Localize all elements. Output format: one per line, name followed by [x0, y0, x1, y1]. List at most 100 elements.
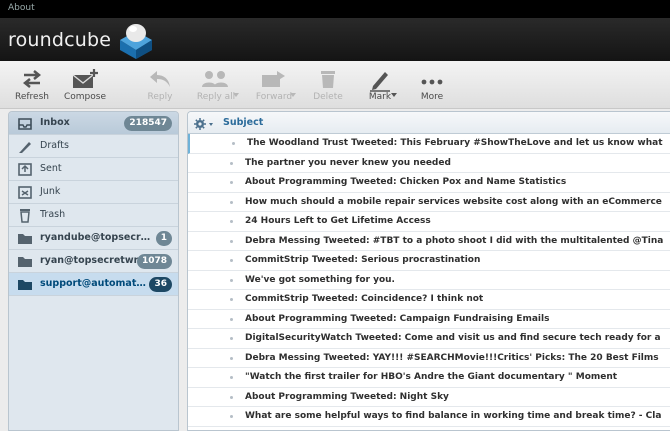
unread-dot-icon: [230, 317, 233, 321]
message-subject: How much should a mobile repair services…: [245, 196, 662, 207]
folder-list: Inbox 218547 Drafts Sent Junk Trash ryan…: [8, 111, 179, 431]
message-subject: About Programming Tweeted: Night Sky: [245, 391, 449, 402]
forward-dropdown-icon[interactable]: [290, 83, 296, 97]
folder-name: Inbox: [40, 117, 70, 128]
message-row[interactable]: 24 Hours Left to Get Lifetime Access: [188, 212, 670, 232]
folder-trash[interactable]: Trash: [9, 204, 178, 227]
folder-name: Trash: [40, 209, 66, 220]
message-subject: The Woodland Trust Tweeted: This Februar…: [247, 138, 663, 148]
folder-ryandube[interactable]: ryandube@topsecr… 1: [9, 227, 178, 250]
folder-icon: [17, 231, 33, 246]
message-row[interactable]: Debra Messing Tweeted: #TBT to a photo s…: [188, 232, 670, 251]
message-row[interactable]: How much should a mobile repair services…: [188, 193, 670, 212]
unread-dot-icon: [230, 337, 233, 340]
folder-name: Junk: [40, 186, 61, 197]
folder-icon: [17, 254, 33, 269]
folder-junk[interactable]: Junk: [9, 181, 178, 204]
compose-button[interactable]: Compose: [60, 61, 110, 109]
more-label: More: [420, 92, 444, 102]
brand-name: roundcube: [8, 29, 112, 51]
unread-dot-icon: [230, 298, 233, 301]
message-row[interactable]: CommitStrip Tweeted: Serious procrastina…: [188, 251, 670, 271]
message-subject: DigitalSecurityWatch Tweeted: Come and v…: [245, 333, 661, 343]
subject-column-header[interactable]: Subject: [223, 117, 263, 128]
sent-icon: [17, 162, 33, 177]
reply-icon: [140, 68, 180, 92]
unread-dot-icon: [230, 181, 233, 184]
delete-button[interactable]: Delete: [308, 61, 348, 109]
pencil-icon: [17, 139, 33, 154]
folder-sent[interactable]: Sent: [9, 158, 178, 181]
message-subject: About Programming Tweeted: Campaign Fund…: [245, 313, 550, 324]
gear-icon[interactable]: [193, 116, 215, 130]
message-row[interactable]: "Watch the first trailer for HBO's Andre…: [188, 368, 670, 388]
trash-icon: [17, 208, 33, 223]
reply-label: Reply: [147, 92, 173, 102]
top-bar: About: [0, 0, 670, 18]
roundcube-cube-logo-icon: [114, 20, 158, 60]
unread-dot-icon: [230, 161, 233, 165]
message-subject: About Programming Tweeted: Chicken Pox a…: [245, 177, 567, 187]
more-dots-icon: [412, 68, 452, 92]
message-subject: We've got something for you.: [245, 274, 395, 285]
toolbar: Refresh Compose Reply Reply all Forward …: [0, 61, 670, 109]
delete-label: Delete: [313, 92, 343, 102]
mark-dropdown-icon[interactable]: [391, 83, 397, 97]
message-subject: Debra Messing Tweeted: YAY!!! #SEARCHMov…: [245, 352, 659, 363]
folder-name: support@automat…: [40, 278, 146, 289]
unread-dot-icon: [230, 278, 233, 282]
folder-icon: [17, 277, 33, 292]
folder-name: Drafts: [40, 140, 69, 151]
compose-label: Compose: [63, 92, 106, 102]
folder-support[interactable]: support@automat… 36: [9, 273, 178, 296]
unread-dot-icon: [230, 239, 233, 243]
message-subject: "Watch the first trailer for HBO's Andre…: [245, 372, 618, 382]
message-row[interactable]: We've got something for you.: [188, 271, 670, 290]
unread-dot-icon: [230, 200, 233, 204]
compose-icon: [60, 68, 110, 92]
message-subject: What are some helpful ways to find balan…: [245, 411, 662, 421]
folder-ryan[interactable]: ryan@topsecretwr… 1078: [9, 250, 178, 273]
unread-count-badge: 36: [149, 277, 172, 292]
message-row[interactable]: Debra Messing Tweeted: YAY!!! #SEARCHMov…: [188, 349, 670, 368]
unread-count-badge: 218547: [124, 116, 172, 131]
message-subject: 24 Hours Left to Get Lifetime Access: [245, 216, 431, 226]
message-subject: CommitStrip Tweeted: Serious procrastina…: [245, 255, 481, 265]
reply-all-dropdown-icon[interactable]: [233, 83, 239, 97]
message-row[interactable]: The partner you never knew you needed: [188, 154, 670, 173]
message-list-header: Subject: [188, 112, 670, 134]
folder-name: ryandube@topsecr…: [40, 232, 151, 243]
refresh-button[interactable]: Refresh: [8, 61, 56, 109]
folder-name: Sent: [40, 163, 62, 174]
message-list-pane: Subject The Woodland Trust Tweeted: This…: [187, 111, 670, 431]
folder-inbox[interactable]: Inbox 218547: [9, 112, 178, 135]
unread-dot-icon: [230, 395, 233, 399]
inbox-icon: [17, 116, 33, 131]
folder-name: ryan@topsecretwr…: [40, 255, 148, 266]
unread-dot-icon: [230, 356, 233, 360]
message-subject: Debra Messing Tweeted: #TBT to a photo s…: [245, 235, 664, 246]
message-row[interactable]: About Programming Tweeted: Campaign Fund…: [188, 310, 670, 329]
folder-drafts[interactable]: Drafts: [9, 135, 178, 158]
unread-dot-icon: [230, 220, 233, 223]
unread-count-badge: 1: [155, 231, 172, 246]
refresh-label: Refresh: [15, 92, 49, 102]
message-subject: CommitStrip Tweeted: Coincidence? I thin…: [245, 294, 484, 304]
more-button[interactable]: More: [412, 61, 452, 109]
about-link[interactable]: About: [8, 3, 35, 13]
reply-button[interactable]: Reply: [140, 61, 180, 109]
unread-dot-icon: [232, 142, 235, 145]
unread-dot-icon: [230, 376, 233, 379]
message-row[interactable]: What are some helpful ways to find balan…: [188, 407, 670, 427]
message-row[interactable]: CommitStrip Tweeted: Coincidence? I thin…: [188, 290, 670, 310]
unread-dot-icon: [230, 259, 233, 262]
unread-dot-icon: [230, 415, 233, 418]
message-row[interactable]: About Programming Tweeted: Night Sky: [188, 388, 670, 407]
junk-icon: [17, 185, 33, 200]
message-row[interactable]: DigitalSecurityWatch Tweeted: Come and v…: [188, 329, 670, 349]
app-header: roundcube: [0, 18, 670, 61]
refresh-icon: [8, 68, 56, 92]
unread-count-badge: 1078: [136, 254, 172, 269]
message-row[interactable]: The Woodland Trust Tweeted: This Februar…: [188, 134, 670, 154]
message-row[interactable]: About Programming Tweeted: Chicken Pox a…: [188, 173, 670, 193]
